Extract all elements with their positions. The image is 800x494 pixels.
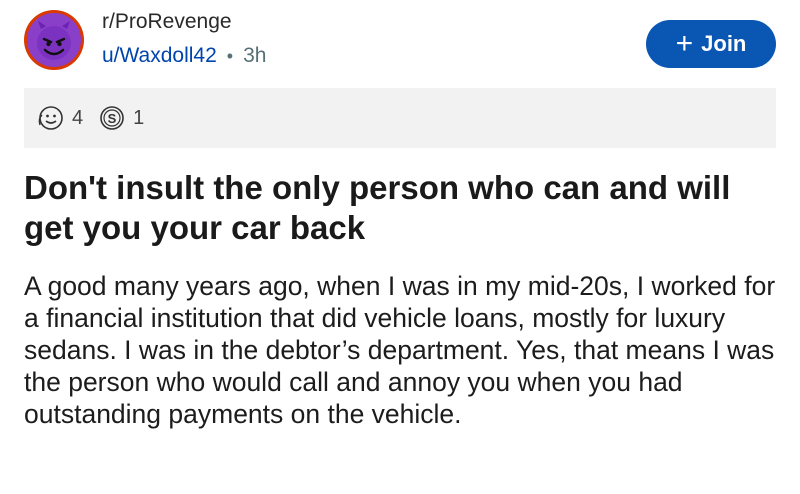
post-header: r/ProRevenge u/Waxdoll42 • 3h + Join <box>24 8 776 72</box>
post-title[interactable]: Don't insult the only person who can and… <box>24 168 776 248</box>
silver-award-icon: S <box>100 106 124 130</box>
author-username[interactable]: u/Waxdoll42 <box>102 42 217 70</box>
devil-smiley-icon <box>27 13 81 67</box>
post-meta: r/ProRevenge u/Waxdoll42 • 3h <box>102 8 266 70</box>
award-wholesome[interactable]: 4 <box>36 103 83 133</box>
plus-icon: + <box>675 27 694 60</box>
meta-separator: • <box>226 46 234 66</box>
author-line: u/Waxdoll42 • 3h <box>102 42 266 70</box>
wholesome-award-icon <box>38 106 63 130</box>
post-time: 3h <box>243 44 267 67</box>
svg-text:S: S <box>108 111 117 126</box>
award-count: 4 <box>72 106 84 129</box>
awards-bar: 4 S 1 <box>24 88 776 148</box>
subreddit-name[interactable]: r/ProRevenge <box>102 8 266 36</box>
award-silver[interactable]: S 1 <box>97 103 144 133</box>
join-button-label: Join <box>701 31 747 56</box>
post-body: A good many years ago, when I was in my … <box>24 271 776 429</box>
subreddit-avatar[interactable] <box>24 10 84 70</box>
award-count: 1 <box>133 106 145 129</box>
join-button[interactable]: + Join <box>646 20 776 68</box>
